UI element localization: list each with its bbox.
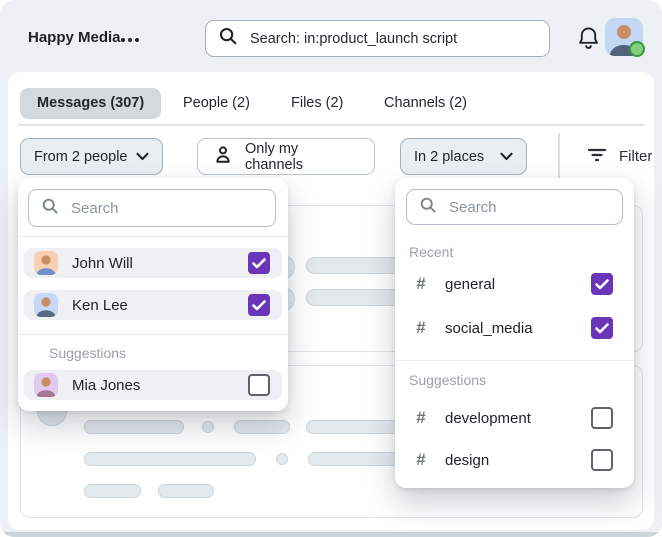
channel-row-general[interactable]: # general [403,269,626,299]
channels-dropdown-panel: Search Recent # general # social_media S… [395,178,634,488]
filter-button[interactable]: Filter [588,138,652,175]
skeleton-bar [84,420,184,434]
channel-name: social_media [445,320,574,337]
tab-channels[interactable]: Channels (2) [384,88,467,119]
people-dropdown-panel: Search John Will Ken Lee Suggestions [18,178,288,411]
panel-divider [395,360,634,361]
person-name: Ken Lee [72,297,234,314]
panel-divider [18,334,288,335]
chevron-down-icon [500,149,513,165]
notifications-bell-icon[interactable] [577,25,600,56]
tab-files[interactable]: Files (2) [291,88,343,119]
global-search-input[interactable]: Search: in:product_launch script [205,20,550,57]
hash-icon: # [414,318,428,338]
person-icon [214,145,232,168]
search-query-text: Search: in:product_launch script [250,31,457,47]
channel-row-development[interactable]: # development [403,403,626,433]
channel-checkbox[interactable] [591,449,613,471]
person-row-ken-lee[interactable]: Ken Lee [24,290,282,320]
search-icon [41,197,59,220]
channels-search-input[interactable]: Search [406,189,623,225]
avatar [34,293,58,317]
person-checkbox[interactable] [248,374,270,396]
avatar [34,251,58,275]
chevron-down-icon [136,149,149,165]
channels-search-placeholder: Search [449,199,497,216]
tab-messages[interactable]: Messages (307) [20,88,161,119]
people-search-input[interactable]: Search [28,189,276,227]
person-checkbox[interactable] [248,294,270,316]
skeleton-bar [84,484,141,498]
person-row-mia-jones[interactable]: Mia Jones [24,370,282,400]
window-bottom-edge [0,532,662,537]
skeleton-dot [276,453,288,465]
channels-suggestions-label: Suggestions [409,372,486,388]
tab-people[interactable]: People (2) [183,88,250,119]
in-places-filter-chip[interactable]: In 2 places [400,138,527,175]
person-name: John Will [72,255,234,272]
channel-checkbox[interactable] [591,273,613,295]
workspace-title: Happy Media [28,29,121,46]
channel-name: general [445,276,574,293]
people-search-placeholder: Search [71,200,119,217]
person-name: Mia Jones [72,377,234,394]
from-people-filter-chip[interactable]: From 2 people [20,138,163,175]
hash-icon: # [414,274,428,294]
person-row-john-will[interactable]: John Will [24,248,282,278]
channel-checkbox[interactable] [591,407,613,429]
filter-icon [588,148,606,166]
skeleton-bar [234,420,290,434]
channels-recent-label: Recent [409,244,453,260]
avatar [34,373,58,397]
search-icon [218,26,238,51]
skeleton-bar [84,452,256,466]
from-people-filter-label: From 2 people [34,149,128,165]
overflow-menu-icon[interactable] [121,38,139,42]
toolbar-divider [558,133,560,179]
people-suggestions-label: Suggestions [49,345,126,361]
tabs-divider [18,124,644,126]
hash-icon: # [414,408,428,428]
filter-button-label: Filter [619,148,652,165]
channel-name: design [445,452,574,469]
skeleton-dot [202,421,214,433]
channel-name: development [445,410,574,427]
channel-row-design[interactable]: # design [403,445,626,475]
channel-checkbox[interactable] [591,317,613,339]
hash-icon: # [414,450,428,470]
person-checkbox[interactable] [248,252,270,274]
panel-divider [18,236,288,237]
in-places-filter-label: In 2 places [414,149,484,165]
only-my-channels-filter-chip[interactable]: Only my channels [197,138,375,175]
online-status-dot [629,41,645,57]
channel-row-social-media[interactable]: # social_media [403,313,626,343]
app-window: Happy Media Search: in:product_launch sc… [0,0,662,537]
search-icon [419,196,437,219]
only-my-channels-label: Only my channels [245,141,358,173]
skeleton-bar [158,484,214,498]
